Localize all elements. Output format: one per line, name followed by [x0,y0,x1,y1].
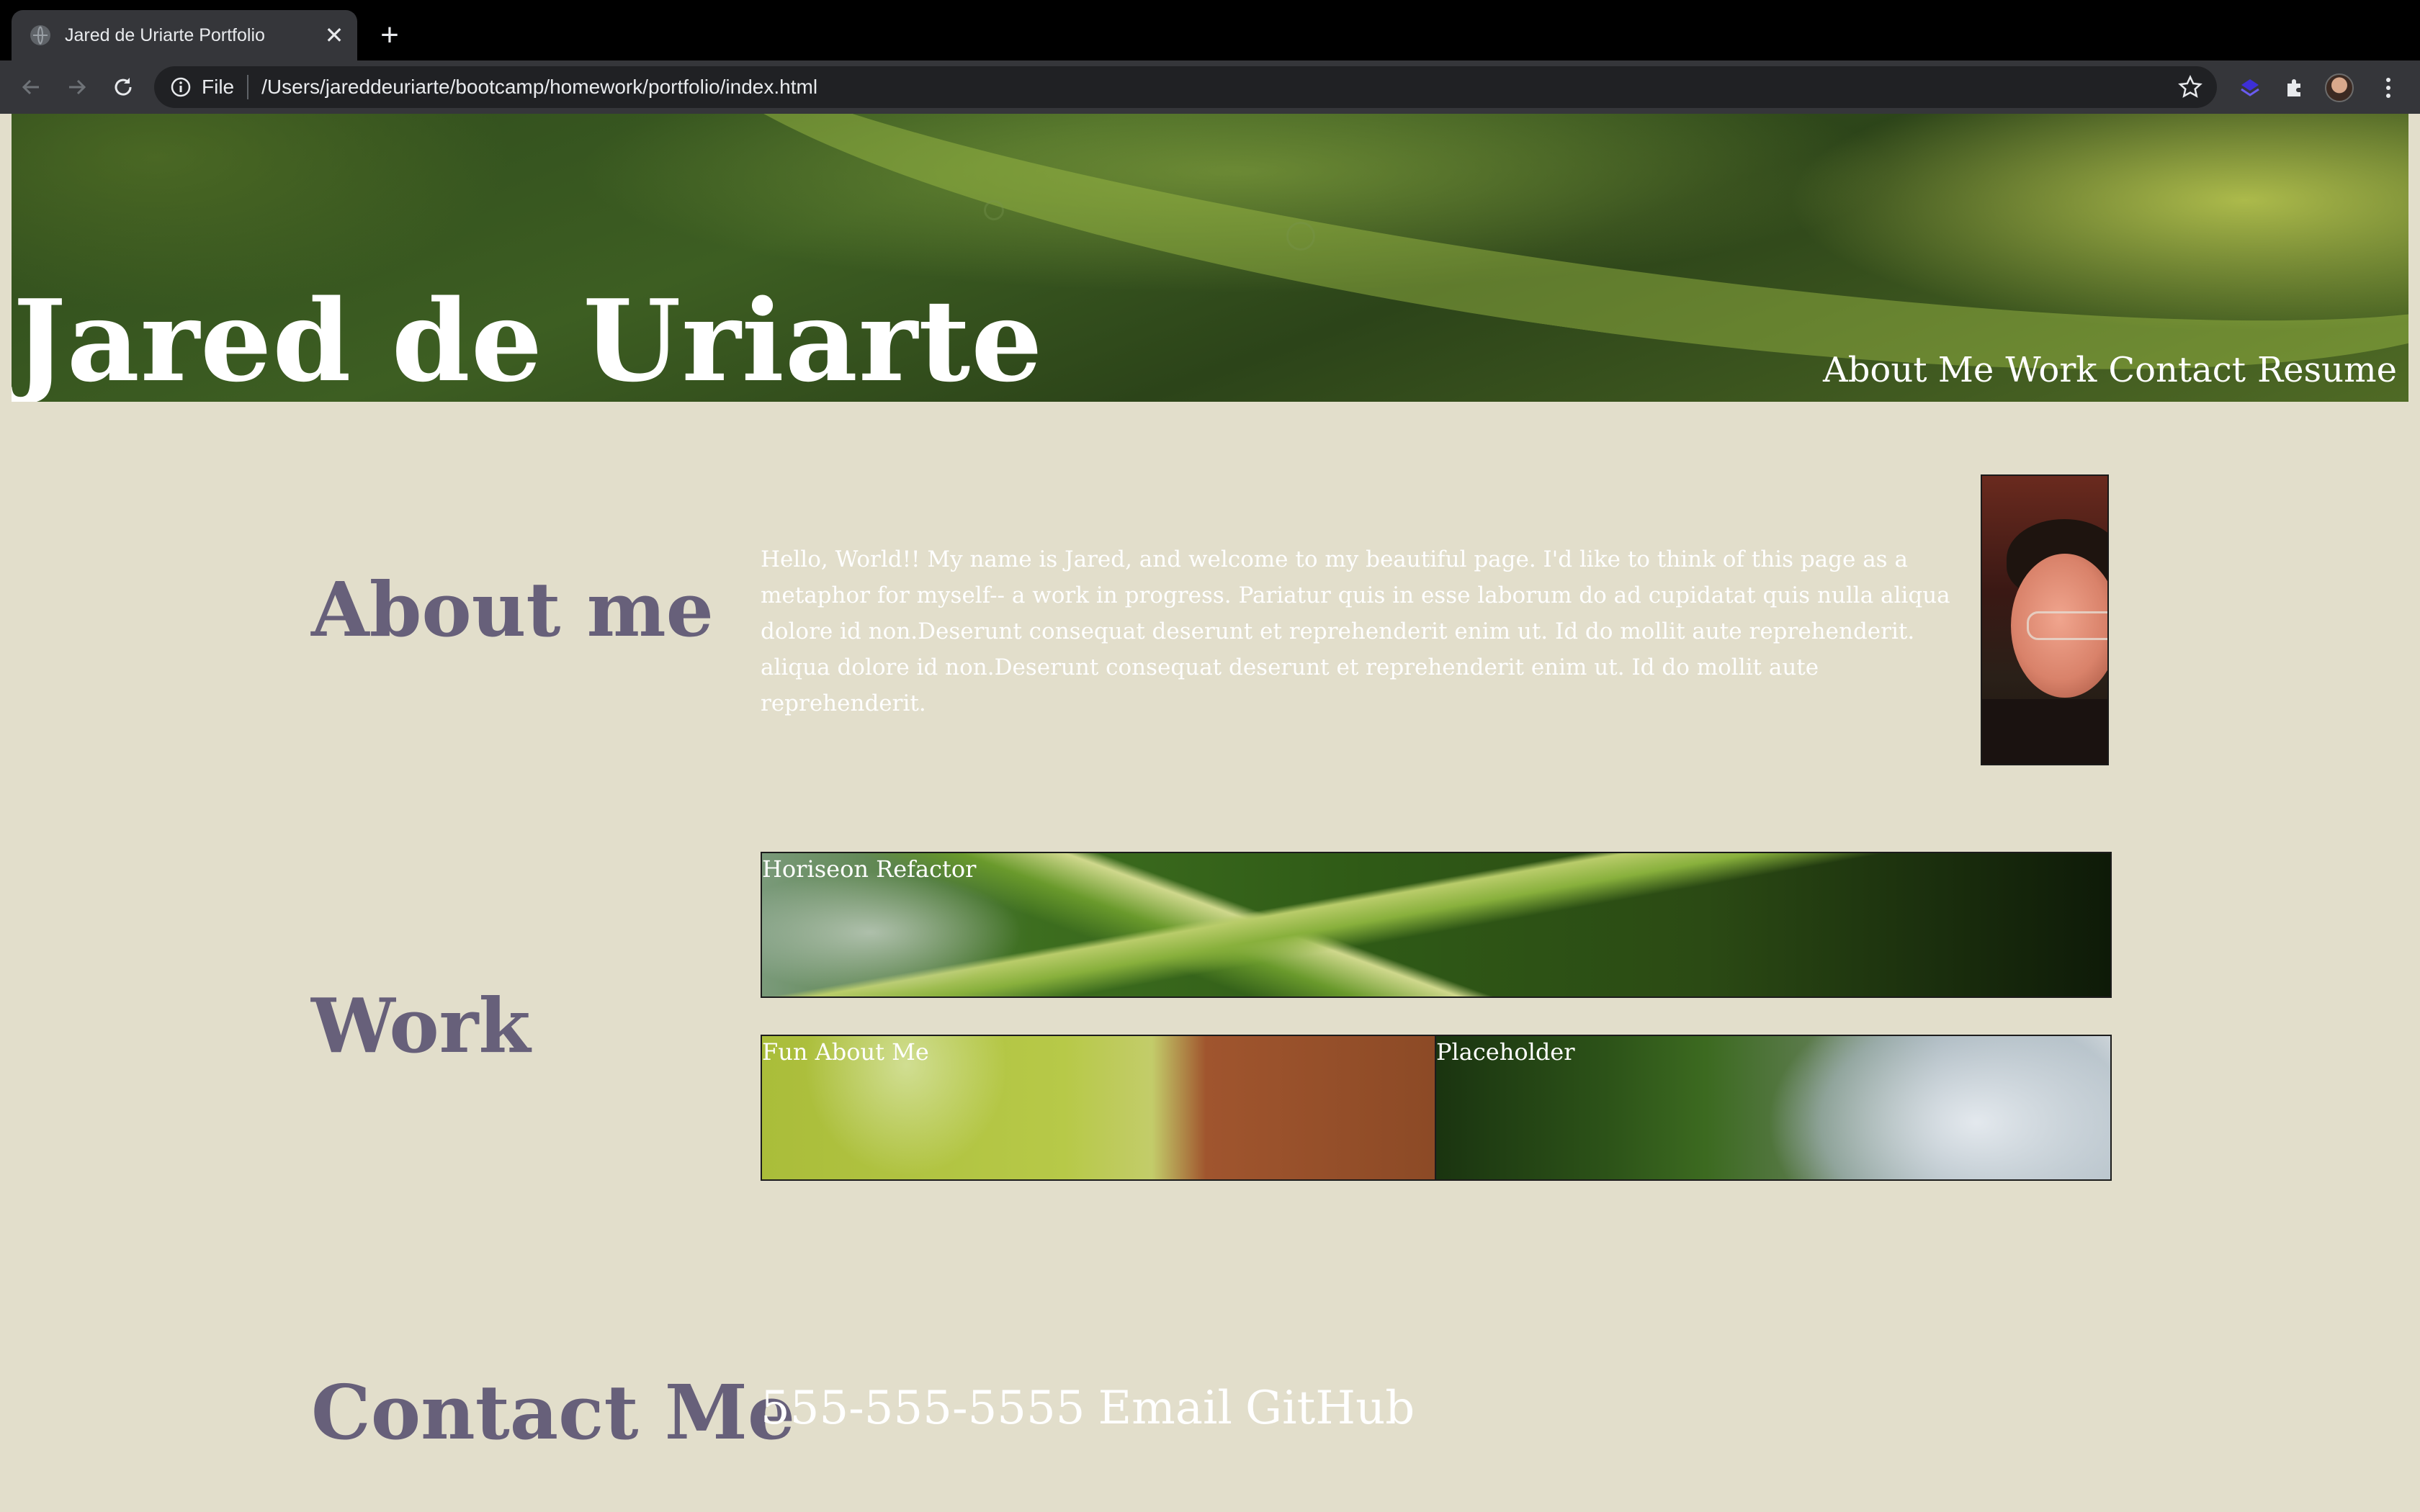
project-title: Fun About Me [762,1038,929,1066]
contact-heading: Contact Me [311,1368,796,1457]
nav-link-resume[interactable]: Resume [2257,350,2397,390]
project-title: Placeholder [1436,1038,1575,1066]
back-arrow-icon[interactable] [13,69,49,105]
browser-tab[interactable]: Jared de Uriarte Portfolio ✕ [12,10,357,60]
address-bar[interactable]: File /Users/jareddeuriarte/bootcamp/home… [154,66,2217,108]
about-heading: About me [311,565,714,654]
nav-link-work[interactable]: Work [2005,350,2097,390]
puzzle-extensions-icon[interactable] [2280,73,2309,102]
browser-tabstrip: Jared de Uriarte Portfolio ✕ + [0,0,2420,60]
site-nav: About Me Work Contact Resume [1823,350,2397,390]
new-tab-button[interactable]: + [372,17,408,53]
tab-title: Jared de Uriarte Portfolio [65,24,265,45]
close-tab-icon[interactable]: ✕ [320,21,349,50]
extension-icon[interactable] [2236,73,2264,102]
site-title: Jared de Uriarte [13,275,1044,402]
profile-photo [1981,474,2109,765]
phone-link[interactable]: 555-555-5555 [761,1385,1085,1431]
work-heading: Work [311,981,531,1070]
info-icon[interactable] [170,76,192,98]
hero-banner: Jared de Uriarte About Me Work Contact R… [12,114,2408,402]
globe-icon [30,25,50,45]
url-separator [247,75,249,99]
contact-links: 555-555-5555 Email GitHub [761,1385,1415,1431]
kebab-menu-icon[interactable] [2374,73,2403,102]
project-card-fun-about-me[interactable]: Fun About Me [761,1035,1436,1181]
nav-link-contact[interactable]: Contact [2108,350,2246,390]
bookmark-star-icon[interactable] [2178,75,2202,99]
project-title: Horiseon Refactor [762,855,977,883]
bokeh-decoration [1286,222,1315,251]
email-link[interactable]: Email [1098,1385,1232,1431]
reload-icon[interactable] [105,69,141,105]
profile-avatar[interactable] [2325,73,2354,102]
bokeh-decoration [984,200,1004,220]
url-text[interactable]: /Users/jareddeuriarte/bootcamp/homework/… [261,76,2178,99]
url-scheme: File [202,76,235,98]
browser-toolbar: File /Users/jareddeuriarte/bootcamp/home… [0,60,2420,114]
github-link[interactable]: GitHub [1245,1385,1415,1431]
project-card-horiseon-refactor[interactable]: Horiseon Refactor [761,852,2112,998]
project-card-placeholder[interactable]: Placeholder [1435,1035,2112,1181]
about-paragraph: Hello, World!! My name is Jared, and wel… [761,546,1950,716]
forward-arrow-icon[interactable] [59,69,95,105]
nav-link-about-me[interactable]: About Me [1823,350,1994,390]
